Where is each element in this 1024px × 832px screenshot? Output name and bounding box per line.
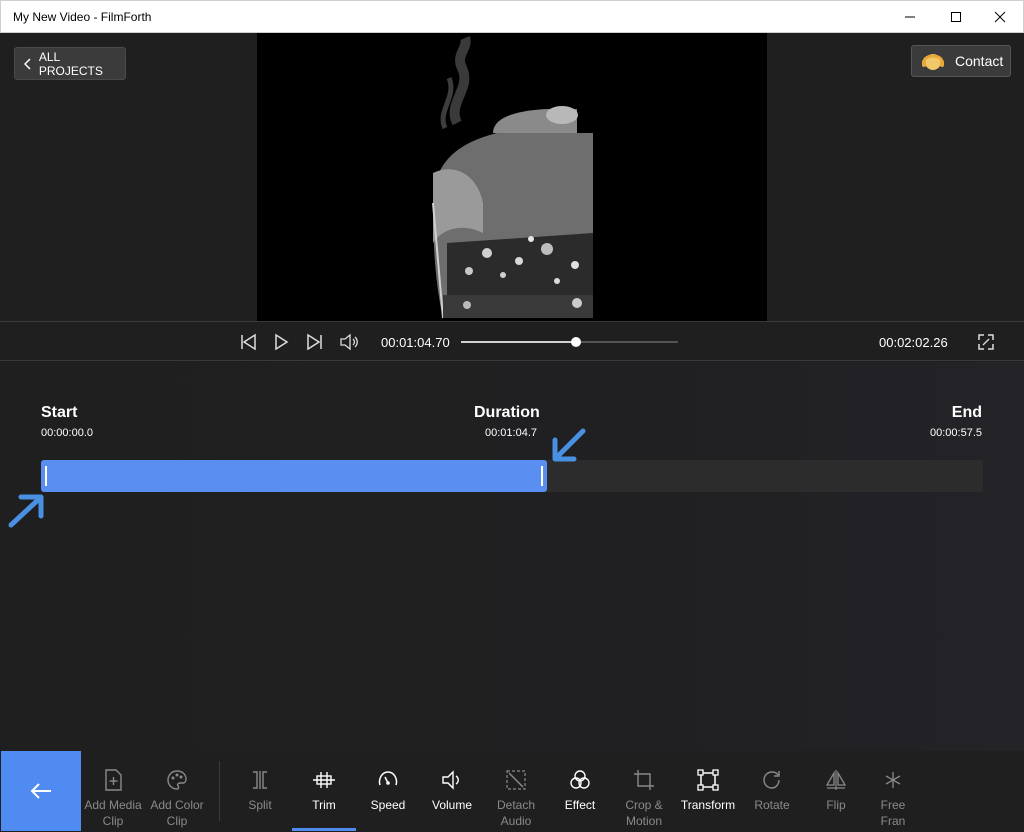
split-button[interactable]: Split	[228, 751, 292, 831]
speed-button[interactable]: Speed	[356, 751, 420, 831]
playback-progress-thumb[interactable]	[571, 337, 581, 347]
effect-button[interactable]: Effect	[548, 751, 612, 831]
play-icon	[275, 333, 289, 351]
current-time: 00:01:04.70	[381, 335, 450, 350]
trim-panel: Start 00:00:00.0 Duration 00:01:04.7 End…	[0, 362, 1024, 751]
title-bar: My New Video - FilmForth	[0, 0, 1024, 33]
effect-icon	[570, 770, 590, 789]
crop-motion-button[interactable]: Crop & Motion	[612, 751, 676, 831]
speaker-icon	[442, 770, 459, 790]
playback-progress-bar[interactable]	[461, 337, 678, 347]
rotate-button[interactable]: Rotate	[740, 751, 804, 831]
all-projects-button[interactable]: ALL PROJECTS	[14, 47, 126, 80]
detach-audio-button[interactable]: Detach Audio	[484, 751, 548, 831]
freeze-frame-button[interactable]: Free Fran	[861, 751, 925, 831]
flip-button[interactable]: Flip	[804, 751, 868, 831]
contact-button[interactable]: Contact	[911, 45, 1011, 77]
effect-label: Effect	[564, 798, 596, 812]
player-controls: 00:01:04.70 00:02:02.26	[0, 321, 1024, 361]
skip-to-start-button[interactable]	[237, 331, 259, 353]
close-icon	[994, 11, 1006, 23]
active-tool-indicator	[292, 828, 356, 831]
start-label: Start	[41, 404, 78, 421]
speedometer-icon	[378, 771, 398, 786]
duration-value: 00:01:04.7	[485, 427, 537, 439]
maximize-icon	[951, 12, 961, 22]
start-value: 00:00:00.0	[41, 427, 93, 439]
trim-button[interactable]: Trim	[292, 751, 356, 831]
split-label: Split	[248, 798, 272, 812]
preview-area: ALL PROJECTS Contact	[0, 33, 1024, 321]
split-icon	[253, 771, 267, 789]
filmforth-window: My New Video - FilmForth ALL PROJECTS Co…	[0, 0, 1024, 832]
detach-audio-icon	[506, 770, 526, 790]
flip-icon	[825, 770, 847, 790]
skip-to-end-button[interactable]	[304, 331, 326, 353]
crop-icon	[634, 770, 654, 790]
speaker-icon	[340, 333, 358, 351]
add-color-clip-button[interactable]: Add Color Clip	[145, 751, 209, 831]
trim-track[interactable]	[41, 460, 983, 492]
arrow-left-icon	[30, 783, 51, 799]
support-avatar-icon	[922, 54, 944, 70]
freeze-frame-label: Free Fran	[880, 798, 906, 828]
duration-label: Duration	[474, 404, 540, 421]
transform-label: Transform	[680, 798, 736, 812]
trim-end-handle[interactable]	[540, 466, 543, 486]
minimize-button[interactable]	[887, 1, 933, 33]
detach-audio-label: Detach Audio	[496, 798, 536, 828]
video-preview[interactable]	[257, 33, 767, 321]
close-button[interactable]	[977, 1, 1023, 33]
crop-motion-label: Crop & Motion	[625, 798, 663, 828]
total-time: 00:02:02.26	[879, 335, 948, 350]
add-media-icon	[105, 769, 122, 791]
transform-button[interactable]: Transform	[676, 751, 740, 831]
skip-back-icon	[241, 333, 256, 351]
transform-icon	[697, 769, 719, 791]
rotate-label: Rotate	[754, 798, 790, 812]
play-button[interactable]	[270, 331, 292, 353]
rotate-icon	[763, 771, 780, 789]
end-label: End	[951, 404, 982, 421]
trim-icon	[313, 772, 335, 788]
snowflake-icon	[885, 772, 901, 788]
minimize-icon	[905, 16, 915, 18]
volume-button[interactable]	[338, 331, 360, 353]
trim-label: Trim	[312, 798, 336, 812]
skip-forward-icon	[307, 333, 322, 351]
window-title: My New Video - FilmForth	[13, 10, 152, 24]
fullscreen-icon	[978, 334, 994, 350]
flip-label: Flip	[826, 798, 846, 812]
bottom-toolbar: Add Media Clip Add Color Clip Split Trim…	[0, 751, 1024, 832]
add-media-clip-button[interactable]: Add Media Clip	[81, 751, 145, 831]
arrow-pointing-end-handle-icon	[552, 428, 586, 462]
maximize-button[interactable]	[933, 1, 979, 33]
all-projects-label: ALL PROJECTS	[38, 49, 103, 78]
trim-start-handle[interactable]	[45, 466, 47, 486]
palette-icon	[167, 770, 187, 790]
teapot-video-frame	[257, 33, 767, 321]
volume-label: Volume	[431, 798, 473, 812]
playback-progress-fill	[461, 341, 576, 343]
add-media-clip-label: Add Media Clip	[84, 798, 142, 828]
back-button[interactable]	[1, 751, 81, 831]
fullscreen-button[interactable]	[975, 331, 997, 353]
end-value: 00:00:57.5	[930, 427, 982, 439]
chevron-left-icon	[24, 57, 31, 70]
arrow-pointing-start-handle-icon	[8, 494, 44, 528]
toolbar-divider	[219, 761, 220, 821]
trim-selection[interactable]	[41, 460, 547, 492]
speed-label: Speed	[370, 798, 406, 812]
contact-label: Contact	[955, 53, 1004, 69]
add-color-clip-label: Add Color Clip	[150, 798, 204, 828]
volume-tool-button[interactable]: Volume	[420, 751, 484, 831]
